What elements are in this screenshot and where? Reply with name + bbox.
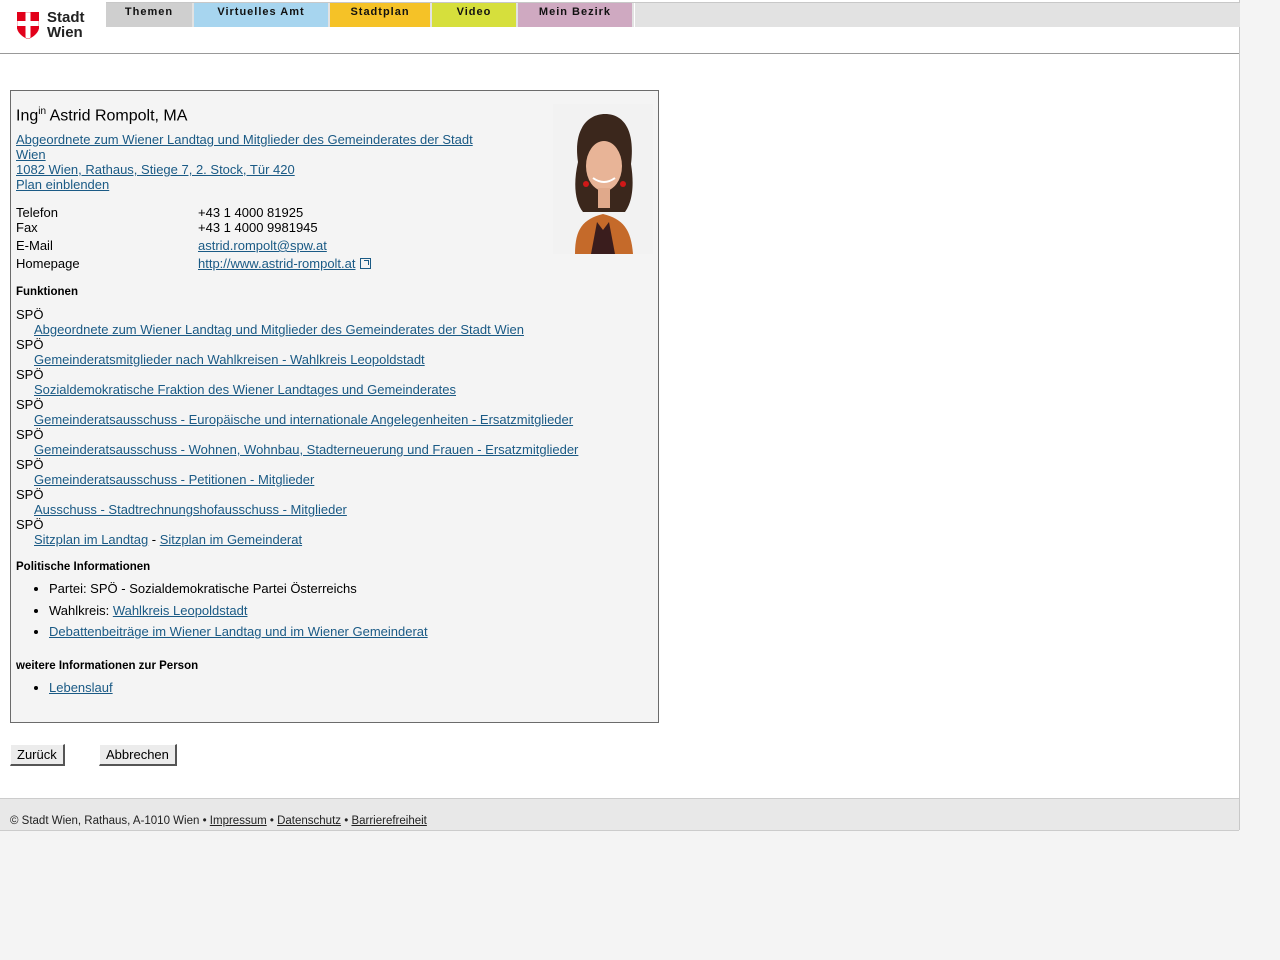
footer-separator: •	[266, 815, 278, 827]
homepage-label: Homepage	[16, 256, 80, 271]
district-label: Wahlkreis:	[49, 602, 113, 618]
political-info-heading: Politische Informationen	[16, 561, 151, 573]
more-info-list: Lebenslauf	[16, 677, 113, 699]
title-sup: in	[38, 106, 47, 117]
functions-list: SPÖ Abgeordnete zum Wiener Landtag und M…	[16, 307, 636, 547]
debate-link[interactable]: Debattenbeiträge im Wiener Landtag und i…	[49, 624, 428, 639]
person-photo	[553, 104, 653, 254]
homepage-link[interactable]: http://www.astrid-rompolt.at	[198, 256, 356, 271]
cv-item: Lebenslauf	[49, 677, 113, 699]
tab-stadtplan[interactable]: Stadtplan	[330, 3, 430, 27]
district-item: Wahlkreis: Wahlkreis Leopoldstadt	[49, 600, 428, 622]
cancel-button[interactable]: Abbrechen	[99, 744, 177, 766]
footer-separator: •	[199, 815, 210, 827]
address-link[interactable]: 1082 Wien, Rathaus, Stiege 7, 2. Stock, …	[16, 162, 486, 177]
seat-plan-gemeinderat-link[interactable]: Sitzplan im Gemeinderat	[160, 532, 302, 547]
function-link[interactable]: Abgeordnete zum Wiener Landtag und Mitgl…	[34, 322, 524, 337]
email-link[interactable]: astrid.rompolt@spw.at	[198, 238, 327, 253]
fax-value: +43 1 4000 9981945	[198, 220, 318, 235]
main-nav: Themen Virtuelles Amt Stadtplan Video Me…	[106, 2, 1240, 27]
district-link[interactable]: Wahlkreis Leopoldstadt	[113, 603, 248, 618]
political-info-list: Partei: SPÖ - Sozialdemokratische Partei…	[16, 578, 428, 643]
logo-text: Stadt Wien	[47, 10, 85, 40]
title-prefix: Ing	[16, 107, 39, 125]
seat-plan-row: Sitzplan im Landtag - Sitzplan im Gemein…	[16, 532, 636, 547]
footer-copyright: © Stadt Wien, Rathaus, A-1010 Wien	[10, 815, 200, 827]
function-link[interactable]: Ausschuss - Stadtrechnungshofausschuss -…	[34, 502, 347, 517]
party-item: Partei: SPÖ - Sozialdemokratische Partei…	[49, 578, 428, 600]
external-link-icon	[359, 258, 371, 269]
wien-shield-icon	[17, 12, 39, 39]
footer-separator: •	[341, 815, 352, 827]
seat-plan-separator: -	[148, 532, 160, 547]
function-link[interactable]: Gemeinderatsausschuss - Europäische und …	[34, 412, 573, 427]
footer-text: © Stadt Wien, Rathaus, A-1010 Wien • Imp…	[10, 815, 427, 827]
site-header: Stadt Wien Themen Virtuelles Amt Stadtpl…	[0, 0, 1240, 54]
impressum-link[interactable]: Impressum	[210, 815, 267, 827]
stadt-wien-logo[interactable]: Stadt Wien	[0, 0, 106, 53]
back-button[interactable]: Zurück	[10, 744, 65, 766]
show-plan-link[interactable]: Plan einblenden	[16, 177, 486, 192]
tab-video[interactable]: Video	[432, 3, 516, 27]
person-name-heading: Ingin Astrid Rompolt, MA	[16, 106, 187, 125]
barrierefreiheit-link[interactable]: Barrierefreiheit	[351, 815, 426, 827]
function-link[interactable]: Sozialdemokratische Fraktion des Wiener …	[34, 382, 456, 397]
function-party: SPÖ	[16, 367, 44, 382]
function-party: SPÖ	[16, 487, 44, 502]
functions-heading: Funktionen	[16, 286, 78, 298]
fax-label: Fax	[16, 220, 38, 235]
seat-plan-landtag-link[interactable]: Sitzplan im Landtag	[34, 532, 148, 547]
function-party: SPÖ	[16, 337, 44, 352]
function-party: SPÖ	[16, 457, 44, 472]
function-party: SPÖ	[16, 307, 44, 322]
function-party: SPÖ	[16, 397, 44, 412]
person-name: Astrid Rompolt, MA	[49, 107, 188, 125]
logo-line-2: Wien	[47, 24, 83, 41]
logo-line-1: Stadt	[47, 9, 85, 26]
phone-label: Telefon	[16, 205, 58, 220]
function-link[interactable]: Gemeinderatsausschuss - Petitionen - Mit…	[34, 472, 314, 487]
tab-themen[interactable]: Themen	[106, 3, 192, 27]
page: Stadt Wien Themen Virtuelles Amt Stadtpl…	[0, 0, 1240, 831]
function-link[interactable]: Gemeinderatsausschuss - Wohnen, Wohnbau,…	[34, 442, 578, 457]
email-label: E-Mail	[16, 238, 53, 253]
role-link-1[interactable]: Abgeordnete zum Wiener Landtag und Mitgl…	[16, 132, 486, 147]
cv-link[interactable]: Lebenslauf	[49, 680, 113, 695]
datenschutz-link[interactable]: Datenschutz	[277, 815, 341, 827]
function-link[interactable]: Gemeinderatsmitglieder nach Wahlkreisen …	[34, 352, 425, 367]
tab-virtuelles-amt[interactable]: Virtuelles Amt	[194, 3, 328, 27]
function-party: SPÖ	[16, 427, 44, 442]
function-party: SPÖ	[16, 517, 44, 532]
address-block: Abgeordnete zum Wiener Landtag und Mitgl…	[16, 132, 486, 192]
site-footer: © Stadt Wien, Rathaus, A-1010 Wien • Imp…	[0, 798, 1239, 831]
tab-mein-bezirk[interactable]: Mein Bezirk	[518, 3, 632, 27]
role-link-2[interactable]: Wien	[16, 147, 486, 162]
more-info-heading: weitere Informationen zur Person	[16, 660, 199, 672]
debate-item: Debattenbeiträge im Wiener Landtag und i…	[49, 621, 428, 643]
person-detail-box: Ingin Astrid Rompolt, MA Abgeordnete zum…	[10, 90, 659, 723]
nav-filler	[634, 3, 1240, 27]
phone-value: +43 1 4000 81925	[198, 205, 304, 220]
